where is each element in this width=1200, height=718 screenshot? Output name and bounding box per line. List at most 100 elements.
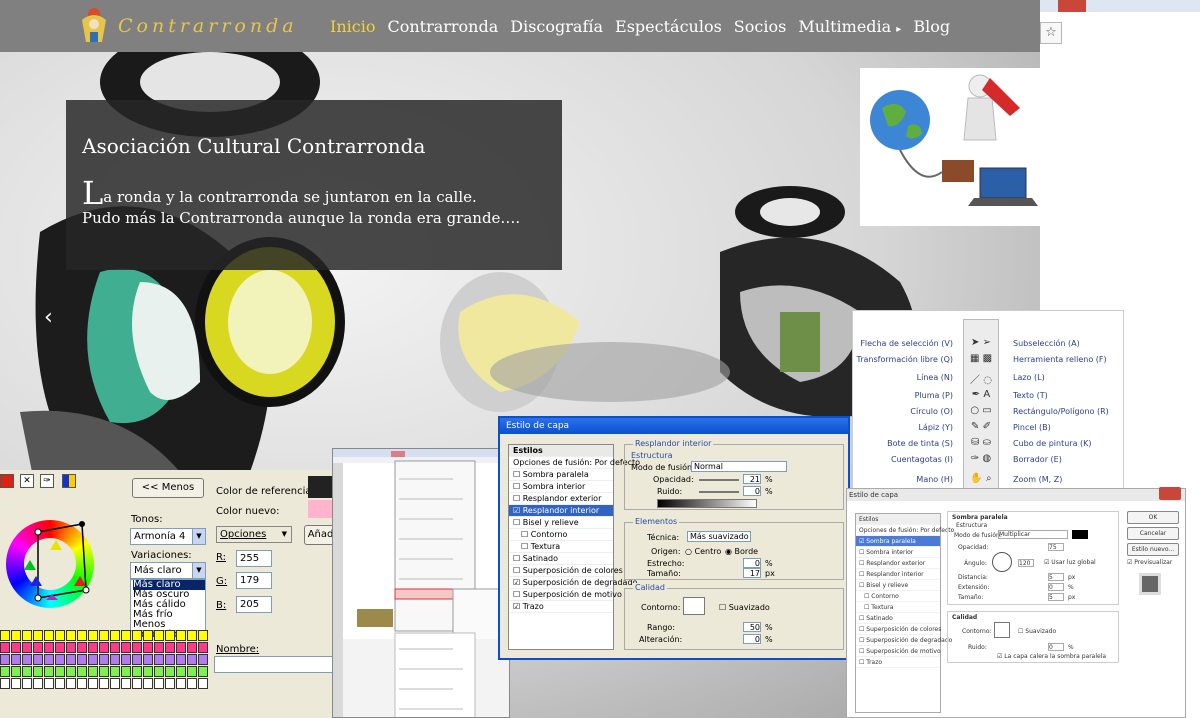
swatch[interactable] (22, 678, 32, 689)
noise-input[interactable]: 0 (1048, 643, 1064, 651)
swatch[interactable] (0, 678, 10, 689)
swatch[interactable] (143, 654, 153, 665)
swatch[interactable] (187, 642, 197, 653)
swatch[interactable] (66, 642, 76, 653)
contour-picker[interactable] (994, 622, 1010, 638)
style-item-selected[interactable]: ☑ Resplandor interior (509, 505, 613, 517)
style-item[interactable]: ☐ Resplandor interior (856, 569, 940, 580)
eyedropper-icon[interactable]: ✑ (40, 474, 54, 488)
size-input[interactable]: 5 (1048, 593, 1064, 601)
distance-input[interactable]: 5 (1048, 573, 1064, 581)
style-item[interactable]: ☐ Superposición de colores (856, 624, 941, 635)
swatch[interactable] (187, 678, 197, 689)
nav-item-blog[interactable]: Blog (913, 17, 950, 36)
style-item[interactable]: Opciones de fusión: Por defecto (856, 525, 954, 536)
swatch[interactable] (110, 630, 120, 641)
swatch[interactable] (154, 642, 164, 653)
swatch[interactable] (11, 666, 21, 677)
swatch[interactable] (88, 654, 98, 665)
ok-button[interactable]: OK (1127, 511, 1179, 524)
swatch[interactable] (176, 666, 186, 677)
swatch[interactable] (187, 666, 197, 677)
swatch[interactable] (44, 678, 54, 689)
swatch[interactable] (88, 678, 98, 689)
swatch[interactable] (121, 630, 131, 641)
swatch[interactable] (22, 654, 32, 665)
bookmark-star-icon[interactable]: ☆ (1040, 22, 1062, 44)
swatch[interactable] (77, 654, 87, 665)
swatch[interactable] (44, 666, 54, 677)
style-item[interactable]: ☐ Textura (856, 602, 940, 613)
palette-icon[interactable] (62, 474, 76, 488)
swatch[interactable] (198, 678, 208, 689)
shadow-color-swatch[interactable] (1072, 530, 1088, 539)
styles-header[interactable]: Estilos (856, 514, 940, 525)
gradient-swatch[interactable] (657, 499, 757, 508)
swatch[interactable] (165, 678, 175, 689)
opacity-input[interactable]: 75 (1048, 543, 1064, 551)
swatch[interactable] (88, 666, 98, 677)
nav-item-discografia[interactable]: Discografía (510, 17, 603, 36)
r-input[interactable]: 255 (236, 550, 272, 567)
close-icon[interactable] (1159, 487, 1181, 500)
swatch[interactable] (11, 642, 21, 653)
brand-logo[interactable]: Contrarronda (74, 6, 304, 46)
jitter-input[interactable]: 0 (743, 634, 761, 644)
swatch[interactable] (121, 678, 131, 689)
swatch[interactable] (0, 642, 10, 653)
swatch[interactable] (132, 678, 142, 689)
swatch[interactable] (77, 666, 87, 677)
swatch[interactable] (110, 654, 120, 665)
swatch[interactable] (44, 654, 54, 665)
technique-select[interactable]: Más suavizado (687, 531, 751, 542)
opacity-slider[interactable] (699, 479, 739, 481)
swatch[interactable] (99, 642, 109, 653)
swatch[interactable] (33, 630, 43, 641)
size-input[interactable]: 17 (743, 568, 761, 578)
swatch[interactable] (143, 630, 153, 641)
smooth-checkbox[interactable]: ☐ Suavizado (1018, 628, 1056, 635)
style-item[interactable]: ☐ Textura (509, 541, 613, 553)
style-item[interactable]: ☐ Satinado (856, 613, 940, 624)
options-dropdown[interactable]: Opciones ▼ (216, 526, 292, 543)
style-item-selected[interactable]: ☑ Sombra paralela (856, 536, 940, 547)
swatch[interactable] (198, 642, 208, 653)
swatch[interactable] (99, 678, 109, 689)
swatch[interactable] (176, 642, 186, 653)
swatch[interactable] (55, 630, 65, 641)
style-item[interactable]: ☐ Sombra interior (856, 547, 940, 558)
swatch[interactable] (165, 654, 175, 665)
style-item[interactable]: ☐ Satinado (509, 553, 613, 565)
swatch[interactable] (132, 630, 142, 641)
variations-select[interactable]: Más claro ▼ (130, 562, 206, 579)
name-input[interactable] (214, 656, 340, 673)
swatch[interactable] (33, 654, 43, 665)
nav-item-espectaculos[interactable]: Espectáculos (615, 17, 722, 36)
swatch[interactable] (110, 642, 120, 653)
style-item[interactable]: ☐ Trazo (856, 657, 940, 668)
swatch[interactable] (187, 654, 197, 665)
source-center-radio[interactable]: ○ Centro (685, 547, 721, 556)
swatch[interactable] (11, 654, 21, 665)
variations-list[interactable]: Más claro Más oscuro Más cálido Más frío… (130, 579, 206, 640)
angle-dial[interactable] (992, 552, 1012, 572)
source-edge-radio[interactable]: ◉ Borde (725, 547, 758, 556)
browser-close-icon[interactable] (1058, 0, 1086, 12)
color-swatch-icon[interactable] (0, 474, 14, 488)
swatch[interactable] (77, 630, 87, 641)
swatch[interactable] (154, 630, 164, 641)
swatch[interactable] (0, 630, 10, 641)
preview-checkbox[interactable]: ☑ Previsualizar (1127, 559, 1172, 566)
blend-mode-select[interactable]: Multiplicar (998, 530, 1068, 539)
swatch[interactable] (121, 654, 131, 665)
nav-item-socios[interactable]: Socios (734, 17, 787, 36)
less-button[interactable]: << Menos (132, 478, 204, 498)
swatch[interactable] (66, 654, 76, 665)
crosshair-icon[interactable]: ✕ (20, 474, 34, 488)
style-item[interactable]: ☐ Contorno (856, 591, 940, 602)
swatch[interactable] (154, 678, 164, 689)
swatch[interactable] (176, 630, 186, 641)
style-item[interactable]: ☑ Superposición de degradado (509, 577, 637, 589)
style-item[interactable]: ☐ Superposición de motivo (509, 589, 622, 601)
range-input[interactable]: 50 (743, 622, 761, 632)
